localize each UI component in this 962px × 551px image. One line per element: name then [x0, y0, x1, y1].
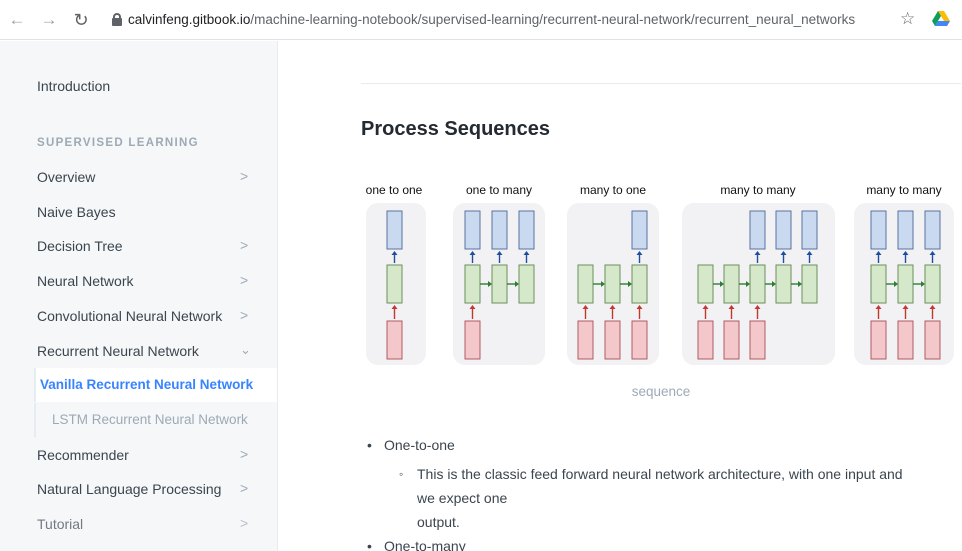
- list-item-text: One-to-one: [384, 437, 455, 453]
- url-text[interactable]: calvinfeng.gitbook.io/machine-learning-n…: [128, 12, 855, 27]
- back-icon[interactable]: ←: [6, 9, 28, 31]
- sidebar-item-recommender[interactable]: Recommender >: [0, 438, 277, 472]
- input-box: [577, 320, 594, 360]
- chevron-down-icon[interactable]: ⌄: [240, 342, 251, 358]
- sidebar-item-convolutional-neural-network[interactable]: Convolutional Neural Network >: [0, 299, 277, 333]
- sidebar-item-label: Vanilla Recurrent Neural Network: [40, 377, 254, 392]
- chevron-right-icon[interactable]: >: [240, 307, 248, 323]
- list-item-text: One-to-many: [384, 538, 466, 551]
- reload-icon[interactable]: ↻: [70, 9, 92, 31]
- hidden-state-box: [491, 264, 508, 304]
- chevron-right-icon[interactable]: >: [240, 168, 248, 184]
- divider: [361, 83, 961, 84]
- chevron-right-icon[interactable]: >: [240, 237, 248, 253]
- input-box: [897, 320, 914, 360]
- chevron-right-icon[interactable]: >: [240, 515, 248, 531]
- sidebar-item-label: Decision Tree: [37, 238, 123, 254]
- hidden-state-box: [924, 264, 941, 304]
- output-box: [518, 210, 535, 250]
- input-box: [924, 320, 941, 360]
- input-box: [631, 320, 648, 360]
- input-box: [749, 320, 766, 360]
- sidebar-item-vanilla-rnn[interactable]: Vanilla Recurrent Neural Network: [34, 368, 277, 402]
- output-box: [749, 210, 766, 250]
- hidden-state-box: [749, 264, 766, 304]
- output-box: [897, 210, 914, 250]
- output-box: [870, 210, 887, 250]
- output-box: [775, 210, 792, 250]
- sidebar-item-label: LSTM Recurrent Neural Network: [52, 412, 248, 427]
- section-heading: Process Sequences: [361, 118, 550, 140]
- sidebar-item-introduction[interactable]: Introduction: [0, 41, 277, 94]
- sidebar-item-label: Naive Bayes: [37, 204, 116, 220]
- url-path: /machine-learning-notebook/supervised-le…: [250, 12, 856, 27]
- sidebar-item-recurrent-neural-network[interactable]: Recurrent Neural Network ⌄: [0, 334, 277, 368]
- hidden-state-box: [723, 264, 740, 304]
- input-box: [870, 320, 887, 360]
- chevron-right-icon[interactable]: >: [240, 480, 248, 496]
- hidden-state-box: [604, 264, 621, 304]
- sidebar-section-title: SUPERVISED LEARNING: [37, 137, 199, 149]
- diagram-title: many to many: [720, 183, 795, 197]
- diagram-title: many to one: [580, 183, 646, 197]
- hidden-state-box: [631, 264, 648, 304]
- rnn-sequence-diagram: one to one one to many many to one many to …: [366, 183, 954, 365]
- browser-toolbar: ← → ↻ calvinfeng.gitbook.io/machine-lear…: [0, 0, 962, 40]
- diagram-title: one to many: [466, 183, 532, 197]
- sidebar-item-label: Recurrent Neural Network: [37, 343, 199, 359]
- sidebar-item-label: Introduction: [37, 78, 111, 94]
- output-box: [491, 210, 508, 250]
- sidebar-item-label: Natural Language Processing: [37, 481, 222, 497]
- sidebar-item-label: Convolutional Neural Network: [37, 308, 223, 324]
- star-icon[interactable]: ☆: [900, 8, 915, 30]
- output-box: [631, 210, 648, 250]
- sidebar-item-label: Neural Network: [37, 273, 134, 289]
- sidebar-item-label: Tutorial: [37, 516, 84, 532]
- forward-icon[interactable]: →: [38, 9, 60, 31]
- sidebar-item-naive-bayes[interactable]: Naive Bayes: [0, 195, 277, 229]
- chevron-right-icon[interactable]: >: [240, 272, 248, 288]
- input-box: [386, 320, 403, 360]
- sidebar-item-lstm-rnn[interactable]: LSTM Recurrent Neural Network: [34, 403, 277, 437]
- sub-list-line: output.: [417, 514, 460, 530]
- drive-extension-icon[interactable]: [932, 11, 950, 27]
- sub-list-line: we expect one: [417, 490, 508, 506]
- sidebar-item-label: Recommender: [37, 447, 129, 463]
- url-domain: calvinfeng.gitbook.io: [128, 12, 251, 27]
- sidebar-item-overview[interactable]: Overview >: [0, 160, 277, 194]
- hidden-state-box: [386, 264, 403, 304]
- sidebar-item-neural-network[interactable]: Neural Network >: [0, 264, 277, 298]
- sidebar-item-label: Overview: [37, 169, 96, 185]
- sidebar: Introduction SUPERVISED LEARNING Overvie…: [0, 41, 278, 551]
- lock-icon[interactable]: [112, 13, 122, 26]
- sidebar-item-nlp[interactable]: Natural Language Processing >: [0, 472, 277, 506]
- image-caption: sequence: [631, 384, 691, 399]
- sidebar-item-tutorial[interactable]: Tutorial >: [0, 507, 277, 541]
- sidebar-item-decision-tree[interactable]: Decision Tree >: [0, 229, 277, 263]
- input-box: [697, 320, 714, 360]
- diagram-title: one to one: [366, 183, 423, 197]
- hidden-state-box: [577, 264, 594, 304]
- input-box: [723, 320, 740, 360]
- diagram-title: many to many: [866, 183, 941, 197]
- hidden-state-box: [518, 264, 535, 304]
- output-box: [386, 210, 403, 250]
- hidden-state-box: [870, 264, 887, 304]
- input-box: [464, 320, 481, 360]
- input-box: [604, 320, 621, 360]
- sub-list-item: This is the classic feed forward neural …: [399, 462, 961, 534]
- main-content: Process Sequences one to one one to many m…: [279, 41, 962, 551]
- hidden-state-box: [697, 264, 714, 304]
- output-box: [464, 210, 481, 250]
- output-box: [801, 210, 818, 250]
- chevron-right-icon[interactable]: >: [240, 446, 248, 462]
- hidden-state-box: [775, 264, 792, 304]
- hidden-state-box: [897, 264, 914, 304]
- output-box: [924, 210, 941, 250]
- hidden-state-box: [801, 264, 818, 304]
- hidden-state-box: [464, 264, 481, 304]
- sub-list-line: This is the classic feed forward neural …: [417, 466, 903, 482]
- address-bar[interactable]: calvinfeng.gitbook.io/machine-learning-n…: [104, 7, 864, 33]
